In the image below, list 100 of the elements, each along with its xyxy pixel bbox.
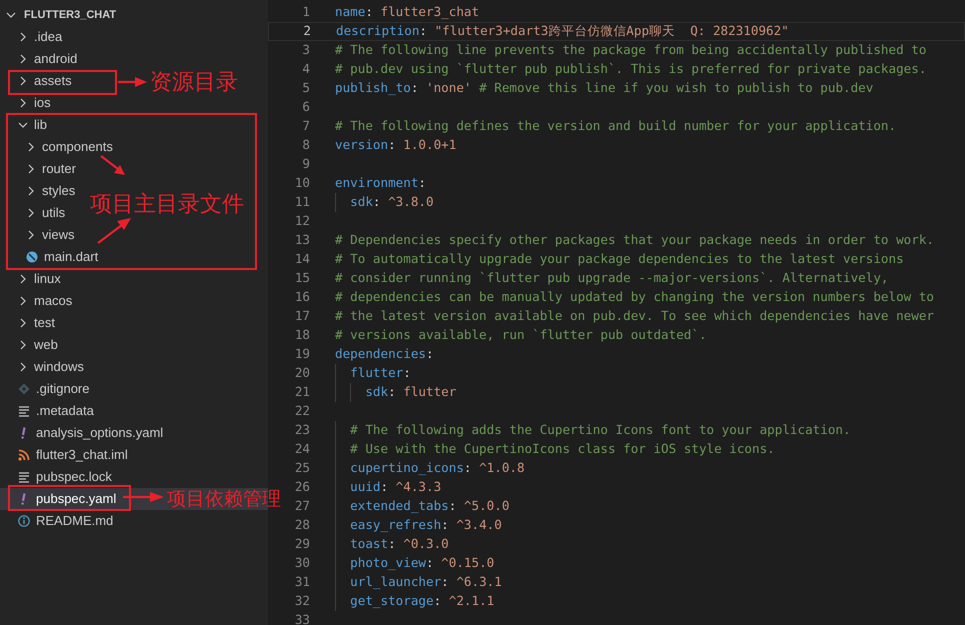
line-number: 12 — [294, 212, 310, 230]
folder-item[interactable]: web — [18, 335, 58, 355]
folder-item[interactable]: router — [26, 159, 76, 179]
chevron-right-icon — [26, 208, 36, 218]
line-number: 31 — [294, 573, 310, 592]
code-line: # dependencies can be manually updated by changing the version numbers below to — [335, 288, 934, 306]
code-line: sdk: ^3.8.0 — [349, 193, 434, 212]
chevron-right-icon — [18, 32, 28, 42]
folder-item[interactable]: macos — [18, 291, 72, 311]
code-line: uuid: ^4.3.3 — [349, 478, 442, 496]
code-line: flutter: — [349, 364, 411, 382]
code-line: # The following defines the version and build number for your application. — [335, 117, 896, 136]
line-number: 4 — [301, 60, 310, 78]
feed-icon — [18, 449, 30, 461]
arrow — [122, 491, 164, 503]
code-line: # The following adds the Cupertino Icons font to your application. — [349, 421, 851, 440]
chevron-right-icon — [18, 340, 28, 350]
line-number: 24 — [294, 440, 310, 458]
chevron-right-icon — [18, 318, 28, 328]
chevron-down-icon — [18, 120, 28, 130]
lines-icon — [18, 471, 30, 483]
code-line: cupertino_icons: ^1.0.8 — [349, 459, 525, 478]
code-line: environment: — [335, 174, 426, 192]
folder-item[interactable]: test — [18, 313, 55, 333]
code-line: # Dependencies specify other packages that your package needs in order to work. — [335, 231, 934, 250]
file-item[interactable]: pubspec.yaml — [18, 489, 116, 509]
chevron-down-icon — [6, 10, 16, 20]
line-number: 26 — [294, 478, 310, 496]
line-number: 27 — [294, 497, 310, 516]
code-line: photo_view: ^0.15.0 — [349, 554, 494, 572]
code-line: sdk: flutter — [364, 383, 456, 402]
code-line: # Use with the CupertinoIcons class for iOS style icons. — [349, 440, 775, 458]
code-line: url_launcher: ^6.3.1 — [349, 573, 502, 592]
explorer-header[interactable]: FLUTTER3_CHAT — [0, 0, 268, 26]
line-number: 3 — [301, 41, 310, 60]
chevron-right-icon — [18, 76, 28, 86]
code-line: description: "flutter3+dart3跨平台仿微信App聊天 Q: 282310962" — [336, 22, 789, 40]
code-line: version: 1.0.0+1 — [335, 136, 456, 154]
code-line: extended_tabs: ^5.0.0 — [349, 497, 510, 516]
line-number: 7 — [301, 117, 310, 136]
chevron-right-icon — [26, 164, 36, 174]
line-number: 23 — [294, 421, 310, 440]
code-line: publish_to: 'none' # Remove this line if you wish to publish to pub.dev — [335, 79, 874, 98]
file-item[interactable]: analysis_options.yaml — [18, 423, 164, 443]
arrow — [117, 76, 147, 88]
folder-item[interactable]: ios — [18, 93, 51, 113]
folder-item[interactable]: windows — [18, 357, 84, 377]
line-number: 32 — [294, 592, 310, 610]
line-number: 1 — [301, 3, 310, 22]
chevron-right-icon — [26, 142, 36, 152]
line-number: 20 — [294, 364, 310, 382]
line-number: 30 — [294, 554, 310, 572]
line-number: 10 — [294, 174, 310, 192]
line-number: 22 — [294, 402, 310, 420]
folder-item[interactable]: android — [18, 49, 78, 69]
info-icon — [18, 515, 30, 527]
file-item[interactable]: main.dart — [26, 247, 98, 267]
code-line: get_storage: ^2.1.1 — [349, 592, 494, 610]
code-line: # versions available, run `flutter pub outdated`. — [335, 326, 707, 344]
line-number: 9 — [301, 155, 310, 174]
code-line: # consider running `flutter pub upgrade --major-versions`. Alternatively, — [335, 269, 888, 288]
code-line: # To automatically upgrade your package dependencies to the latest versions — [335, 250, 904, 268]
folder-item[interactable]: components — [26, 137, 113, 157]
annotation-label: 项目主目录文件 — [90, 191, 244, 219]
file-item[interactable]: README.md — [18, 511, 114, 531]
folder-item[interactable]: assets — [18, 71, 72, 91]
line-number: 17 — [294, 307, 310, 326]
line-number: 25 — [294, 459, 310, 478]
chevron-right-icon — [18, 274, 28, 284]
code-line: # pub.dev using `flutter pub publish`. This is preferred for private packages. — [335, 60, 926, 78]
file-item[interactable]: .metadata — [18, 401, 94, 421]
folder-item[interactable]: views — [26, 225, 75, 245]
chevron-right-icon — [26, 186, 36, 196]
line-number: 2 — [302, 22, 311, 40]
folder-item[interactable]: linux — [18, 269, 61, 289]
folder-item[interactable]: styles — [26, 181, 76, 201]
folder-item[interactable]: utils — [26, 203, 66, 223]
dart-icon — [26, 251, 38, 263]
arrow — [100, 155, 125, 175]
line-number: 28 — [294, 516, 310, 534]
code-line: # the latest version available on pub.dev. To see which dependencies have newer — [335, 307, 934, 326]
line-number: 33 — [294, 611, 310, 625]
line-number: 19 — [294, 345, 310, 364]
folder-item[interactable]: .idea — [18, 27, 62, 47]
line-number: 13 — [294, 231, 310, 250]
chevron-right-icon — [18, 296, 28, 306]
annotation-label: 项目依赖管理 — [167, 487, 281, 512]
lines-icon — [18, 405, 30, 417]
chevron-right-icon — [26, 230, 36, 240]
line-number: 14 — [294, 250, 310, 268]
chevron-right-icon — [18, 362, 28, 372]
code-line: # The following line prevents the package from being accidentally published to — [335, 41, 926, 60]
annotation-label: 资源目录 — [150, 69, 238, 97]
line-number: 15 — [294, 269, 310, 288]
line-number: 18 — [294, 326, 310, 344]
file-item[interactable]: flutter3_chat.iml — [18, 445, 128, 465]
file-item[interactable]: pubspec.lock — [18, 467, 112, 487]
file-item[interactable]: .gitignore — [18, 379, 90, 399]
folder-item[interactable]: lib — [18, 115, 48, 135]
line-number: 5 — [301, 79, 310, 98]
